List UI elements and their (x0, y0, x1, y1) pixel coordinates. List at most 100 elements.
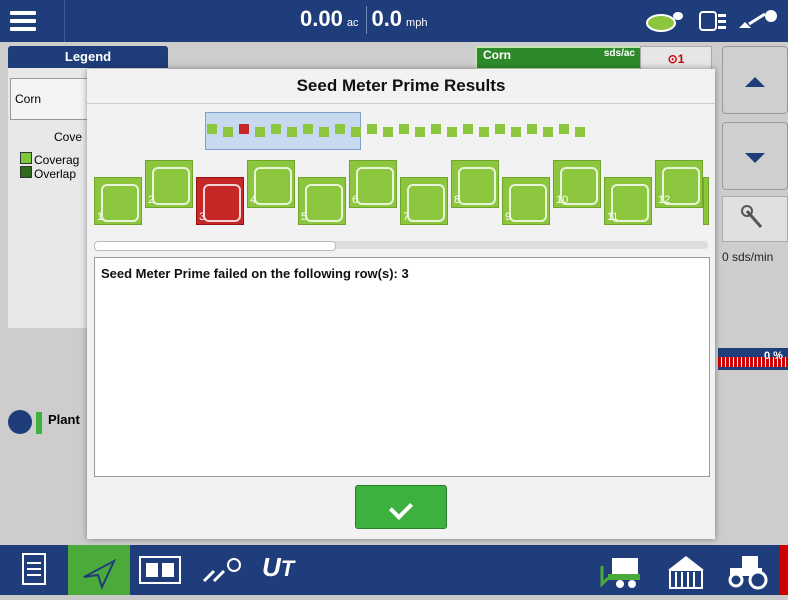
grain-bin-icon[interactable] (664, 552, 708, 590)
row-number: 12 (658, 194, 671, 206)
seed-rate: 0 sds/min (722, 250, 774, 264)
product-tab[interactable]: sds/ac Corn (475, 46, 643, 70)
dialog-title: Seed Meter Prime Results (87, 69, 715, 104)
seed-meter-icon (305, 184, 343, 222)
seed-meter-icon (254, 167, 292, 205)
speed-readout: 0.00 ac 0.0 mph (300, 6, 431, 35)
plant-indicator (36, 412, 42, 434)
seed-rows-icon[interactable] (200, 553, 244, 587)
mini-row-indicator (463, 124, 473, 134)
seed-meter-icon (356, 167, 394, 205)
mini-row-indicator (479, 127, 489, 137)
speed-value: 0.0 (371, 6, 403, 31)
row-tile-12[interactable]: 12 (655, 160, 703, 208)
row-tile-5[interactable]: 5 (298, 177, 346, 225)
refresh-icon[interactable] (8, 410, 32, 434)
mini-row-indicator (271, 124, 281, 134)
area-unit: ac (346, 17, 359, 29)
navigation-button[interactable] (68, 545, 130, 595)
row-tile-10[interactable]: 10 (553, 160, 601, 208)
area-value: 0.00 (300, 6, 343, 31)
alarm-edge (780, 545, 788, 595)
seed-meter-icon (407, 184, 445, 222)
row-tile-2[interactable]: 2 (145, 160, 193, 208)
failure-message: Seed Meter Prime failed on the following… (101, 266, 409, 281)
mini-row-indicator (399, 124, 409, 134)
product-crop: Corn (483, 48, 511, 62)
confirm-button[interactable] (355, 485, 447, 529)
seed-status-icon[interactable] (645, 8, 685, 34)
row-number: 8 (454, 194, 461, 206)
mini-row-indicator (431, 124, 441, 134)
scroll-up-button[interactable] (722, 46, 788, 114)
tractor-icon[interactable] (722, 550, 772, 590)
legend-coverage-heading: Cove (54, 130, 83, 144)
triangle-up-icon (745, 77, 765, 87)
mini-row-indicator (223, 127, 233, 137)
mini-row-indicator (575, 127, 585, 137)
mini-row-indicator (415, 127, 425, 137)
seed-meter-icon (203, 184, 241, 222)
row-scroll-thumb[interactable] (94, 241, 336, 251)
planter-icon[interactable] (598, 552, 646, 590)
row-tile-6[interactable]: 6 (349, 160, 397, 208)
document-icon[interactable] (20, 552, 50, 588)
mini-row-indicator (495, 124, 505, 134)
split-view-icon[interactable] (138, 553, 184, 587)
row-number: 3 (199, 211, 206, 223)
seed-meter-icon (458, 167, 496, 205)
mini-row-indicator (351, 127, 361, 137)
mini-row-indicator (527, 124, 537, 134)
row-number: 9 (505, 211, 512, 223)
row-tile-4[interactable]: 4 (247, 160, 295, 208)
speed-unit: mph (406, 17, 428, 29)
row-tile-8[interactable]: 8 (451, 160, 499, 208)
row-number: 7 (403, 211, 410, 223)
triangle-down-icon (745, 153, 765, 163)
alert-count-value: 1 (677, 52, 685, 66)
prime-results-dialog: Seed Meter Prime Results Seed Meter Prim… (87, 69, 715, 539)
scroll-down-button[interactable] (722, 122, 788, 190)
mini-row-indicator (255, 127, 265, 137)
row-number: 4 (250, 194, 257, 206)
mini-row-indicator (383, 127, 393, 137)
row-tile-1[interactable]: 1 (94, 177, 142, 225)
gps-signal-icon[interactable] (735, 6, 781, 34)
row-number: 10 (556, 194, 569, 206)
menu-icon[interactable] (0, 0, 65, 42)
legend-item-label: Overlap (34, 167, 77, 181)
mini-row-indicator (335, 124, 345, 134)
row-number: 5 (301, 211, 308, 223)
row-tile-7[interactable]: 7 (400, 177, 448, 225)
mini-row-indicator (207, 124, 217, 134)
product-unit: sds/ac (603, 48, 635, 59)
mini-row-indicator (303, 124, 313, 134)
message-box: Seed Meter Prime failed on the following… (94, 257, 710, 477)
row-tile-11[interactable]: 11 (604, 177, 652, 225)
mini-row-indicator (287, 127, 297, 137)
seed-meter-icon (509, 184, 547, 222)
row-number: 2 (148, 194, 155, 206)
seed-meter-icon (152, 167, 190, 205)
legend-tab[interactable]: Legend (8, 46, 168, 68)
mini-row-indicator (319, 127, 329, 137)
mini-row-indicator (367, 124, 377, 134)
row-number: 6 (352, 194, 359, 206)
row-number: 11 (607, 211, 619, 223)
seed-meter-icon (101, 184, 139, 222)
ut-icon[interactable]: UT (262, 552, 294, 583)
row-tile-3[interactable]: 3 (196, 177, 244, 225)
percent-readout: 0 % (764, 350, 783, 362)
row-tile-partial (703, 177, 709, 225)
mini-row-indicator (239, 124, 249, 134)
plant-label: Plant (48, 412, 80, 427)
mini-row-indicator (447, 127, 457, 137)
legend-product-button[interactable]: Corn (10, 78, 96, 120)
legend-item-label: Coverag (34, 153, 80, 167)
row-tile-9[interactable]: 9 (502, 177, 550, 225)
legend-item-coverage: Coverag (20, 152, 79, 167)
settings-button[interactable] (722, 196, 788, 242)
wrench-icon (741, 205, 763, 228)
legend-item-overlap: Overlap (20, 166, 76, 181)
sections-icon[interactable] (698, 8, 730, 34)
